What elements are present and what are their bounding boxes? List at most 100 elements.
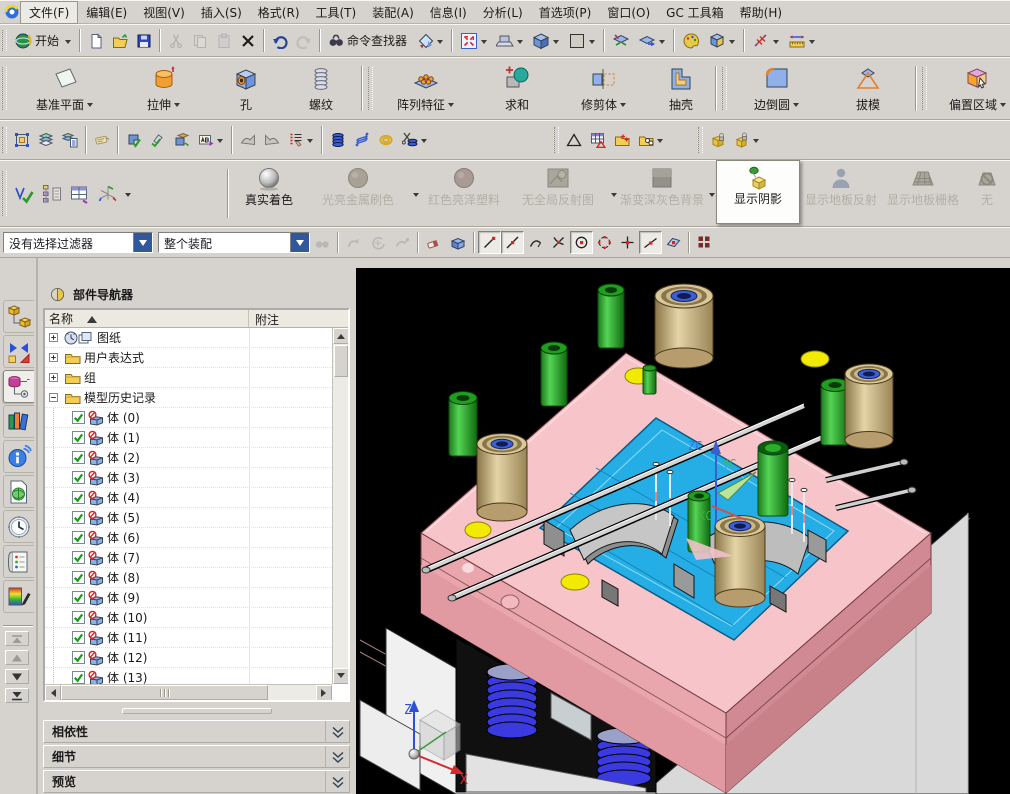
rendering-style-button[interactable] xyxy=(528,29,564,53)
checkbox-checked-icon[interactable] xyxy=(72,651,85,664)
dropdown-caret-icon[interactable] xyxy=(620,103,626,110)
dropdown-caret-icon[interactable] xyxy=(87,103,93,110)
tree-folder-0[interactable]: 图纸 xyxy=(45,328,332,348)
layer-category-button[interactable] xyxy=(58,129,82,151)
edge-blend-button[interactable]: 边倒圆 xyxy=(730,60,824,118)
start-globe-button[interactable]: 开始 xyxy=(10,29,76,53)
shell-button[interactable]: 抽壳 xyxy=(650,60,712,118)
selection-priority-button[interactable] xyxy=(284,129,318,151)
triangle-button[interactable] xyxy=(562,129,586,151)
scroll-down-button[interactable] xyxy=(5,669,29,684)
dropdown-caret-icon[interactable] xyxy=(611,192,617,200)
draft-button[interactable]: 拔模 xyxy=(824,60,912,118)
hole-button[interactable]: 孔 xyxy=(208,60,284,118)
tree-body-2[interactable]: 体 (2) xyxy=(45,448,332,468)
rotate-point-button[interactable] xyxy=(366,232,390,254)
visualization-pref-button[interactable] xyxy=(704,29,740,53)
menu-0[interactable]: 文件(F) xyxy=(20,0,79,24)
dropdown-caret-icon[interactable] xyxy=(1000,103,1006,110)
dropdown-caret-icon[interactable] xyxy=(657,139,663,146)
dropdown-caret-icon[interactable] xyxy=(481,39,488,47)
find-component-button[interactable] xyxy=(310,232,334,254)
offset-region-button[interactable]: 偏置区域 xyxy=(930,60,1010,118)
assembly-navigator-tab[interactable] xyxy=(3,300,34,333)
section-2[interactable]: 预览 xyxy=(43,770,350,793)
dropdown-caret-icon[interactable] xyxy=(729,39,736,47)
arc-center-snap-button[interactable] xyxy=(570,231,593,254)
dropdown-caret-icon[interactable] xyxy=(437,39,444,47)
part-navigator-tab[interactable] xyxy=(3,370,34,403)
dropdown-caret-icon[interactable] xyxy=(217,139,223,146)
chevron-double-down-icon[interactable] xyxy=(325,746,345,767)
tree-body-6[interactable]: 体 (6) xyxy=(45,528,332,548)
menu-7[interactable]: 信息(I) xyxy=(422,2,475,23)
history-tab[interactable] xyxy=(3,510,34,543)
toolbar-grip[interactable] xyxy=(554,126,559,154)
tree-body-7[interactable]: 体 (7) xyxy=(45,548,332,568)
show-only-button[interactable] xyxy=(446,232,470,254)
3d-canvas[interactable]: ZC YC XC Z X xyxy=(356,268,1010,794)
annotation-note-button[interactable] xyxy=(90,129,114,151)
sync-delete-button[interactable] xyxy=(260,129,284,151)
scroll-top-button[interactable] xyxy=(5,631,29,646)
save-button[interactable] xyxy=(132,30,156,52)
cut-button[interactable] xyxy=(164,30,188,52)
checkbox-checked-icon[interactable] xyxy=(72,611,85,624)
reflection-map-button[interactable]: 无全局反射图 xyxy=(508,164,608,224)
menu-4[interactable]: 格式(R) xyxy=(250,2,308,23)
eraser-button[interactable] xyxy=(422,232,446,254)
scroll-up-button[interactable] xyxy=(333,328,348,344)
section-0[interactable]: 相依性 xyxy=(43,720,350,743)
view-popup-button[interactable] xyxy=(414,30,448,52)
fit-view-button[interactable] xyxy=(456,29,492,53)
thread-button[interactable]: 螺纹 xyxy=(284,60,358,118)
tolerance-table-button[interactable] xyxy=(586,129,610,151)
dropdown-caret-icon[interactable] xyxy=(793,103,799,110)
group-points-button[interactable] xyxy=(634,129,668,151)
tree-body-13[interactable]: 体 (13) xyxy=(45,668,332,684)
expander-plus-icon[interactable] xyxy=(49,353,58,362)
roles-tab[interactable] xyxy=(3,580,34,613)
redo-button[interactable] xyxy=(292,30,316,52)
point-set-button[interactable] xyxy=(610,129,634,151)
select-bounded-button[interactable] xyxy=(10,129,34,151)
scroll-bottom-button[interactable] xyxy=(5,688,29,703)
menu-12[interactable]: 帮助(H) xyxy=(732,2,790,23)
toolbar-grip[interactable] xyxy=(2,29,7,52)
visual-effects-button[interactable] xyxy=(678,29,704,53)
quadrant-snap-button[interactable] xyxy=(593,231,616,254)
measure-button[interactable] xyxy=(784,29,820,53)
lock-assembly-button[interactable] xyxy=(706,129,730,151)
menu-6[interactable]: 装配(A) xyxy=(364,2,422,23)
tree-body-3[interactable]: 体 (3) xyxy=(45,468,332,488)
tree-body-9[interactable]: 体 (9) xyxy=(45,588,332,608)
column-header-name[interactable]: 名称 xyxy=(45,310,249,327)
scroll-thumb[interactable] xyxy=(334,345,348,377)
shaded-sphere-button[interactable]: 真实着色 xyxy=(232,164,306,224)
dropdown-caret-icon[interactable] xyxy=(421,139,427,146)
checkbox-checked-icon[interactable] xyxy=(72,511,85,524)
dropdown-arrow-icon[interactable] xyxy=(290,233,309,252)
boolean-check-button[interactable] xyxy=(122,129,146,151)
extension-spring-button[interactable] xyxy=(350,129,374,151)
menu-9[interactable]: 首选项(P) xyxy=(531,2,600,23)
constraint-navigator-tab[interactable] xyxy=(3,335,34,368)
column-header-note[interactable]: 附注 xyxy=(249,310,348,327)
command-finder-button[interactable]: 命令查找器 xyxy=(324,29,414,52)
scroll-right-button[interactable] xyxy=(316,685,332,700)
existing-point-snap-button[interactable] xyxy=(616,231,639,254)
deselect-button[interactable] xyxy=(390,232,414,254)
unite-button[interactable]: 求和 xyxy=(476,60,558,118)
menu-11[interactable]: GC 工具箱 xyxy=(658,2,732,23)
floor-reflection-button[interactable]: 显示地板反射 xyxy=(800,164,882,224)
tree-body-4[interactable]: 体 (4) xyxy=(45,488,332,508)
tree-body-12[interactable]: 体 (12) xyxy=(45,648,332,668)
spell-check-button[interactable] xyxy=(194,129,228,151)
floor-grid-button[interactable]: 显示地板栅格 xyxy=(882,164,964,224)
selection-scope-dropdown[interactable]: 整个装配 xyxy=(158,232,310,253)
menu-3[interactable]: 插入(S) xyxy=(193,2,250,23)
tree-folder-2[interactable]: 组 xyxy=(45,368,332,388)
menu-2[interactable]: 视图(V) xyxy=(135,2,193,23)
dropdown-caret-icon[interactable] xyxy=(589,39,596,47)
checkbox-checked-icon[interactable] xyxy=(72,531,85,544)
